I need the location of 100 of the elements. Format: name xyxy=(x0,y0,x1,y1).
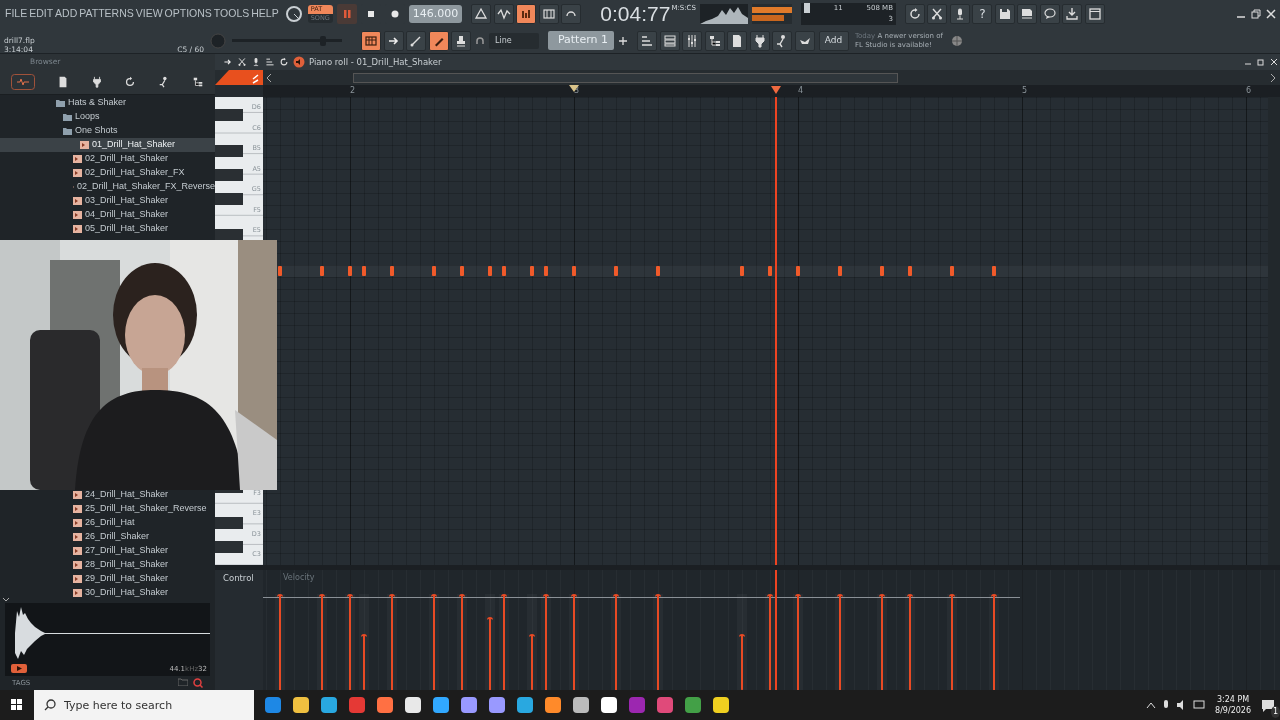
browser-item[interactable]: 28_Drill_Hat_Shaker xyxy=(0,558,215,572)
taskbar-app-icon[interactable] xyxy=(376,696,394,714)
browser-item[interactable]: 27_Drill_Hat_Shaker xyxy=(0,544,215,558)
vertical-scrollbar[interactable] xyxy=(1268,97,1280,565)
toolbar-button[interactable] xyxy=(994,4,1015,24)
notification-icon[interactable] xyxy=(1261,698,1275,713)
toolbar-button[interactable] xyxy=(516,4,537,24)
toolbar-button[interactable] xyxy=(682,30,702,51)
browser-item[interactable]: 02_Drill_Hat_Shaker_FX xyxy=(0,166,215,180)
taskbar-app-icon[interactable] xyxy=(404,696,422,714)
toolbar-button[interactable] xyxy=(772,30,792,51)
microphone-icon[interactable] xyxy=(251,57,261,67)
taskbar-app-icon[interactable] xyxy=(320,696,338,714)
toolbar-button[interactable] xyxy=(361,30,381,51)
toolbar-button[interactable] xyxy=(904,4,925,24)
velocity-stem[interactable] xyxy=(361,634,367,690)
toolbar-button[interactable] xyxy=(471,4,492,24)
toolbar-button[interactable] xyxy=(406,30,426,51)
browser-item[interactable]: Loops xyxy=(0,110,215,124)
clock-time[interactable]: 3:24 PM xyxy=(1216,694,1250,705)
clock-date[interactable]: 8/9/2026 xyxy=(1215,705,1251,716)
toolbar-button[interactable] xyxy=(428,30,449,51)
browser-item[interactable]: 30_Drill_Hat_Shaker xyxy=(0,586,215,600)
snap-dropdown[interactable]: Line xyxy=(489,32,539,49)
velocity-stem[interactable] xyxy=(487,617,493,690)
scissors-icon[interactable] xyxy=(237,57,247,67)
taskbar-app-icon[interactable] xyxy=(432,696,450,714)
browser-item[interactable]: 02_Drill_Hat_Shaker xyxy=(0,152,215,166)
restore-icon[interactable] xyxy=(1256,58,1265,66)
taskbar-app-icon[interactable] xyxy=(712,696,730,714)
toolbar-button[interactable] xyxy=(493,4,514,24)
search-field[interactable]: Type here to search xyxy=(34,690,254,720)
arrow-icon[interactable] xyxy=(223,57,233,67)
restore-icon[interactable] xyxy=(1251,9,1261,19)
toolbar-button[interactable] xyxy=(749,30,770,51)
menu-item[interactable]: VIEW xyxy=(134,6,164,22)
browser-audio-tab[interactable] xyxy=(10,74,35,90)
menu-item[interactable]: EDIT xyxy=(28,6,55,22)
network-icon[interactable] xyxy=(1193,699,1206,711)
menu-item[interactable]: PATTERNS xyxy=(78,6,135,22)
browser-item[interactable]: 01_Drill_Hat_Shaker xyxy=(0,138,215,152)
velocity-stem[interactable] xyxy=(529,634,535,690)
browser-item[interactable]: 24_Drill_Hat_Shaker xyxy=(0,488,215,502)
browser-item[interactable]: 05_Drill_Hat_Shaker xyxy=(0,222,215,236)
horizontal-scrollbar[interactable] xyxy=(353,72,898,83)
play-icon[interactable] xyxy=(11,664,27,673)
toolbar-button[interactable] xyxy=(727,30,747,51)
search-icon[interactable] xyxy=(193,678,203,688)
toolbar-button[interactable] xyxy=(794,30,815,51)
piano-keyboard-drawing[interactable] xyxy=(215,490,263,565)
toolbar-button[interactable] xyxy=(538,4,559,24)
toolbar-button[interactable] xyxy=(1084,4,1105,24)
toolbar-button[interactable] xyxy=(1062,4,1083,24)
toolbar-button[interactable] xyxy=(561,4,582,24)
browser-item[interactable]: Hats & Shaker xyxy=(0,96,215,110)
chevron-up-icon[interactable] xyxy=(1146,701,1157,709)
browser-item[interactable]: 25_Drill_Hat_Shaker_Reverse xyxy=(0,502,215,516)
velocity-stem[interactable] xyxy=(739,634,745,690)
plus-icon[interactable] xyxy=(618,35,628,46)
toolbar-button[interactable] xyxy=(383,30,404,51)
add-button[interactable]: Add xyxy=(818,30,849,51)
close-icon[interactable] xyxy=(1266,9,1276,19)
browser-item[interactable]: 29_Drill_Hat_Shaker xyxy=(0,572,215,586)
toolbar-button[interactable] xyxy=(659,30,680,51)
folder-tree-icon[interactable] xyxy=(192,76,205,88)
refresh-icon[interactable] xyxy=(279,57,289,67)
browser-item[interactable]: 02_Drill_Hat_Shaker_FX_Reverse xyxy=(0,180,215,194)
close-icon[interactable] xyxy=(1269,58,1278,66)
knob-icon[interactable] xyxy=(283,4,304,24)
globe-icon[interactable] xyxy=(951,34,963,47)
menu-item[interactable]: HELP xyxy=(250,6,280,22)
browser-item[interactable]: 04_Drill_Hat_Shaker xyxy=(0,208,215,222)
toolbar-button[interactable] xyxy=(451,30,471,51)
toolbar-button[interactable] xyxy=(1017,4,1038,24)
menu-item[interactable]: OPTIONS xyxy=(163,6,213,22)
scroll-right-icon[interactable] xyxy=(1268,71,1278,84)
steps-icon[interactable] xyxy=(265,57,275,67)
taskbar-app-icon[interactable] xyxy=(460,696,478,714)
toolbar-button[interactable] xyxy=(927,4,948,24)
piano-keyboard-drawing[interactable] xyxy=(215,97,263,240)
taskbar-app-icon[interactable] xyxy=(544,696,562,714)
refresh-icon[interactable] xyxy=(124,76,137,88)
control-label[interactable]: Control xyxy=(223,573,254,583)
menu-item[interactable]: ADD xyxy=(54,6,79,22)
toolbar-button[interactable] xyxy=(704,30,725,51)
browser-item[interactable]: 26_Drill_Hat xyxy=(0,516,215,530)
toolbar-button[interactable] xyxy=(949,4,970,24)
toolbar-button[interactable] xyxy=(637,30,657,51)
plug-icon[interactable] xyxy=(90,76,103,88)
taskbar-app-icon[interactable] xyxy=(488,696,506,714)
taskbar-app-icon[interactable] xyxy=(516,696,534,714)
toolbar-button[interactable] xyxy=(1039,4,1060,24)
browser-item[interactable]: 03_Drill_Hat_Shaker xyxy=(0,194,215,208)
taskbar-app-icon[interactable] xyxy=(292,696,310,714)
taskbar-app-icon[interactable] xyxy=(600,696,618,714)
menu-item[interactable]: FILE xyxy=(4,6,29,22)
menu-item[interactable]: TOOLS xyxy=(212,6,251,22)
toolbar-button[interactable]: ? xyxy=(972,4,993,24)
taskbar-app-icon[interactable] xyxy=(572,696,590,714)
browser-item[interactable]: One Shots xyxy=(0,124,215,138)
